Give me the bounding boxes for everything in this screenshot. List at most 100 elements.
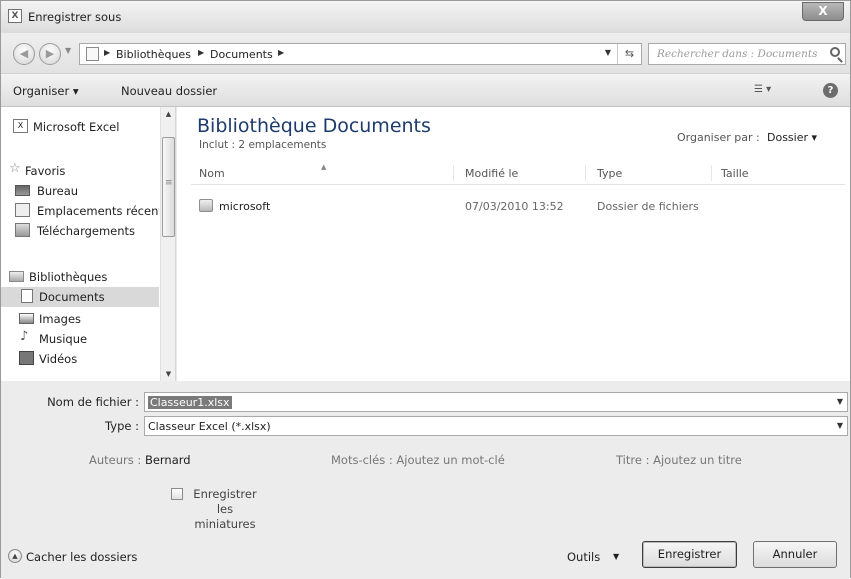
library-subtitle[interactable]: Inclut : 2 emplacements: [199, 139, 326, 151]
forward-button[interactable]: ▶: [39, 43, 61, 65]
images-icon: [19, 313, 34, 324]
nav-scrollbar[interactable]: ▲ ▼: [160, 107, 175, 381]
help-icon[interactable]: ?: [823, 83, 838, 98]
nav-item-images[interactable]: Images: [1, 309, 159, 329]
address-dropdown-icon[interactable]: ▼: [605, 48, 611, 57]
column-divider[interactable]: [453, 165, 454, 181]
row-name: microsoft: [219, 200, 271, 213]
scroll-down-icon[interactable]: ▼: [161, 367, 176, 381]
nav-item-label: Musique: [39, 332, 88, 346]
window-title: Enregistrer sous: [28, 10, 122, 24]
recent-pages-dropdown[interactable]: ▼: [65, 46, 71, 55]
title-bar: X Enregistrer sous X: [1, 1, 850, 33]
new-folder-button[interactable]: Nouveau dossier: [121, 84, 217, 98]
scroll-up-icon[interactable]: ▲: [161, 107, 176, 121]
music-icon: ♪: [20, 329, 29, 344]
excel-icon: X: [13, 119, 28, 133]
nav-item-recent-places[interactable]: Emplacements récents: [1, 201, 159, 221]
authors-value[interactable]: Bernard: [145, 453, 191, 467]
refresh-button[interactable]: ⇆: [617, 44, 641, 64]
nav-item-label: Microsoft Excel: [33, 120, 120, 134]
nav-item-label: Images: [39, 312, 82, 326]
chevron-right-icon[interactable]: ▶: [278, 48, 284, 57]
recent-places-icon: [15, 203, 30, 217]
nav-item-videos[interactable]: Vidéos: [1, 349, 159, 369]
authors-field[interactable]: Auteurs : Bernard: [89, 453, 191, 467]
nav-item-documents[interactable]: Documents: [1, 287, 159, 307]
folder-icon: [199, 199, 213, 212]
table-row[interactable]: microsoft 07/03/2010 13:52 Dossier de fi…: [191, 195, 845, 217]
column-header-name[interactable]: Nom: [199, 167, 225, 180]
nav-item-music[interactable]: ♪ Musique: [1, 329, 159, 349]
breadcrumb-documents[interactable]: Documents: [210, 48, 273, 61]
chevron-down-icon[interactable]: ▼: [613, 552, 619, 561]
column-headers: Nom ▲ Modifié le Type Taille: [191, 163, 845, 185]
desktop-icon: [15, 185, 30, 196]
nav-item-favorites[interactable]: ☆ Favoris: [1, 161, 159, 181]
title-label: Titre :: [616, 453, 650, 467]
view-list-icon: ☰: [754, 84, 763, 95]
chevron-down-icon[interactable]: ▼: [837, 397, 843, 406]
nav-item-microsoft-excel[interactable]: X Microsoft Excel: [1, 117, 159, 137]
nav-item-label: Téléchargements: [37, 224, 136, 238]
nav-item-label: Emplacements récents: [37, 204, 159, 218]
authors-label: Auteurs :: [89, 453, 142, 467]
back-button[interactable]: ◀: [13, 43, 35, 65]
nav-item-label: Bureau: [37, 184, 79, 198]
sort-ascending-icon: ▲: [321, 163, 327, 171]
videos-icon: [19, 351, 34, 365]
column-header-modified[interactable]: Modifié le: [465, 167, 518, 180]
save-as-dialog: X Enregistrer sous X ◀ ▶ ▼ ▶ Bibliothèqu…: [0, 0, 851, 579]
organize-label: Organiser: [13, 84, 70, 98]
row-modified: 07/03/2010 13:52: [465, 200, 564, 213]
view-options-button[interactable]: ☰ ▾: [754, 84, 790, 98]
library-icon: [86, 47, 99, 61]
nav-item-desktop[interactable]: Bureau: [1, 181, 159, 201]
command-toolbar: Organiser ▾ Nouveau dossier ☰ ▾ ?: [1, 73, 850, 107]
refresh-icon: ⇆: [624, 47, 635, 60]
row-type: Dossier de fichiers: [597, 200, 699, 213]
nav-item-downloads[interactable]: Téléchargements: [1, 221, 159, 241]
keywords-field[interactable]: Mots-clés : Ajoutez un mot-clé: [331, 453, 505, 467]
arrange-by-value: Dossier: [767, 131, 809, 144]
chevron-right-icon[interactable]: ▶: [104, 48, 110, 57]
chevron-down-icon[interactable]: ▼: [837, 421, 843, 430]
libraries-icon: [9, 271, 24, 282]
type-select[interactable]: Classeur Excel (*.xlsx) ▼: [144, 416, 848, 436]
search-input[interactable]: Rechercher dans : Documents: [648, 43, 846, 65]
search-icon[interactable]: [830, 47, 840, 57]
column-divider[interactable]: [585, 165, 586, 181]
column-header-size[interactable]: Taille: [721, 167, 749, 180]
column-divider[interactable]: [711, 165, 712, 181]
star-icon: ☆: [9, 161, 21, 176]
nav-item-label: Documents: [39, 290, 105, 304]
filename-input[interactable]: Classeur1.xlsx ▼: [144, 392, 848, 412]
keywords-label: Mots-clés :: [331, 453, 393, 467]
breadcrumb-libraries[interactable]: Bibliothèques: [116, 48, 191, 61]
cancel-button[interactable]: Annuler: [753, 541, 837, 568]
file-list-pane: Bibliothèque Documents Inclut : 2 emplac…: [177, 107, 850, 381]
filename-label: Nom de fichier :: [47, 395, 139, 409]
save-thumbnails-label[interactable]: Enregistrer les miniatures: [186, 487, 264, 532]
scroll-thumb[interactable]: [162, 137, 175, 237]
arrange-by-dropdown[interactable]: Dossier ▾: [767, 131, 817, 144]
nav-item-libraries[interactable]: Bibliothèques: [1, 267, 159, 287]
document-icon: [21, 289, 33, 303]
tools-button[interactable]: Outils: [567, 550, 600, 564]
title-field[interactable]: Titre : Ajoutez un titre: [616, 453, 742, 467]
hide-folders-button[interactable]: Cacher les dossiers: [26, 550, 137, 564]
collapse-icon[interactable]: ▲: [8, 549, 22, 563]
address-row: ◀ ▶ ▼ ▶ Bibliothèques ▶ Documents ▶ ▼ ⇆ …: [1, 33, 850, 73]
close-button[interactable]: X: [802, 2, 844, 21]
column-header-type[interactable]: Type: [597, 167, 622, 180]
save-button[interactable]: Enregistrer: [642, 541, 737, 568]
chevron-right-icon[interactable]: ▶: [198, 48, 204, 57]
search-placeholder: Rechercher dans : Documents: [657, 48, 818, 60]
title-value[interactable]: Ajoutez un titre: [653, 453, 742, 467]
library-title: Bibliothèque Documents: [197, 115, 431, 137]
organize-button[interactable]: Organiser ▾: [13, 84, 79, 98]
keywords-value[interactable]: Ajoutez un mot-clé: [396, 453, 504, 467]
save-thumbnails-checkbox[interactable]: [171, 488, 183, 500]
address-bar[interactable]: ▶ Bibliothèques ▶ Documents ▶ ▼ ⇆: [79, 43, 642, 65]
nav-item-label: Bibliothèques: [29, 270, 108, 284]
